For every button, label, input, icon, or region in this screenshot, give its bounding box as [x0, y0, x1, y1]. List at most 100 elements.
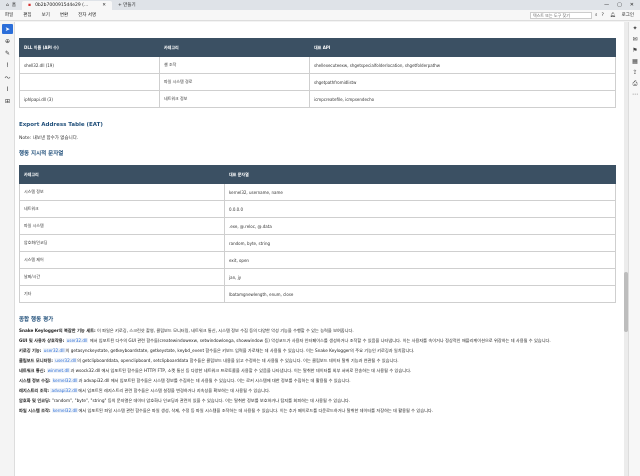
bookmark-icon[interactable]: ⚑: [630, 46, 640, 55]
summary-heading: 종합 행동 평가: [19, 317, 54, 323]
highlight-tool-icon[interactable]: ⌇: [2, 60, 13, 70]
table-cell: 네트워크 정보: [159, 90, 310, 108]
search-icon[interactable]: ⌕: [595, 12, 598, 18]
paragraph-code: kernel32.dll: [51, 408, 79, 413]
paragraph-label: 클립보드 모니터링:: [19, 358, 53, 363]
summary-paragraph: Snake Keylogger의 복잡한 기능 세트: 이 파일은 키로깅, 스…: [19, 328, 616, 333]
draw-tool-icon[interactable]: 〜: [2, 72, 13, 82]
paragraph-label: Snake Keylogger의 복잡한 기능 세트:: [19, 328, 96, 333]
summary-paragraph: 레지스트리 조작: advapi32.dll에서 임포트된 레지스트리 관련 함…: [19, 388, 616, 393]
behavior-table: 카테고리 대표 문자열 시스템 정보 kernel32, username, na…: [19, 165, 616, 303]
summary-paragraph: 파일 시스템 조작: kernel32.dll에서 임포트된 파일 시스템 관련…: [19, 408, 616, 413]
paragraph-text: 에서 임포트된 파일 시스템 관련 함수들은 파일 생성, 삭제, 수정 등 파…: [78, 408, 434, 413]
bell-icon[interactable]: 🔔︎: [610, 13, 616, 18]
behavior-heading: 행동 지시적 문자열: [19, 151, 64, 157]
table-row: 파일 시스템 경로 shgetpathfromidlistw: [19, 73, 616, 91]
table-header: 카테고리: [19, 165, 225, 184]
table-header: 대표 API: [309, 38, 616, 57]
thumbnail-icon[interactable]: ▦: [630, 57, 640, 66]
paragraph-code: user32.dll: [54, 358, 78, 363]
menu-convert[interactable]: 변환: [55, 12, 73, 18]
paragraph-text: 과 wsock32.dll 에서 임포트된 함수들은 HTTP/ FTP, 소켓…: [70, 368, 412, 373]
paragraph-code: user32.dll: [65, 338, 89, 343]
paragraph-text: 의 getclipboarddata, openclipboard, setcl…: [77, 358, 399, 363]
table-header: 대표 문자열: [224, 165, 616, 184]
paragraph-code: user32.dll: [42, 348, 66, 353]
close-tab-icon[interactable]: ✕: [102, 3, 106, 8]
table-cell: 시스템 제어: [19, 251, 225, 269]
table-row: 날짜/시간 jan, jy: [19, 268, 616, 286]
table-header-row: 카테고리 대표 문자열: [19, 165, 616, 184]
table-cell: .exe, @.reloc, @.data: [224, 217, 616, 235]
menu-esign[interactable]: 전자 서명: [73, 12, 101, 18]
new-tab-label: + 만들기: [118, 3, 136, 8]
menu-file[interactable]: 파일: [0, 12, 18, 18]
paragraph-label: 키로깅 기능:: [19, 348, 42, 353]
table-cell: shgetpathfromidlistw: [309, 73, 616, 91]
new-tab-button[interactable]: + 만들기: [112, 2, 142, 8]
paragraph-code: advapi32.dll: [50, 388, 79, 393]
eat-note: Note: 내보낸 함수가 없습니다.: [19, 136, 79, 141]
table-row: 파일 시스템 .exe, @.reloc, @.data: [19, 217, 616, 235]
tool-search: 텍스트 또는 도구 찾기 ⌕: [529, 11, 598, 19]
ai-assistant-icon[interactable]: ✦: [630, 24, 640, 33]
table-cell: 0.0.0.0: [224, 200, 616, 218]
table-cell: 기타: [19, 285, 225, 303]
table-row: 시스템 정보 kernel32, username, name: [19, 183, 616, 201]
tool-search-input[interactable]: 텍스트 또는 도구 찾기: [529, 11, 592, 19]
paragraph-text: "random", "byte", "string" 등의 문자열은 데이터 암…: [51, 398, 351, 403]
table-cell: exit, open: [224, 251, 616, 269]
eat-heading: Export Address Table (EAT): [19, 122, 103, 128]
comment-tool-icon[interactable]: ✎: [2, 48, 13, 58]
table-row: 암호화/인코딩 random, byte, string: [19, 234, 616, 252]
table-cell: lbatamgnewlength, enum, close: [224, 285, 616, 303]
document-tab[interactable]: ▪ 0b2b7000915d4e29 (... ✕: [22, 1, 112, 10]
menu-edit[interactable]: 편집: [18, 12, 36, 18]
menu-bar: 파일 편집 보기 변환 전자 서명 텍스트 또는 도구 찾기 ⌕ ? 🔔︎ 로그…: [0, 10, 640, 21]
paragraph-label: 레지스트리 조작:: [19, 388, 50, 393]
table-cell: 파일 시스템: [19, 217, 225, 235]
home-icon: ⌂: [6, 2, 9, 8]
paragraph-code: winmet.dll: [46, 368, 71, 373]
more-icon[interactable]: ⋯: [630, 90, 640, 99]
table-row: 네트워크 0.0.0.0: [19, 200, 616, 218]
zoom-tool-icon[interactable]: ⊕: [2, 36, 13, 46]
table-cell: iphlpapi.dll (3): [19, 90, 160, 108]
comment-icon[interactable]: ✉: [630, 35, 640, 44]
paragraph-code: kernel32.dll: [51, 378, 79, 383]
text-tool-icon[interactable]: Ⅰ: [2, 84, 13, 94]
maximize-icon[interactable]: ▢: [617, 2, 622, 8]
table-row: 기타 lbatamgnewlength, enum, close: [19, 285, 616, 303]
login-button[interactable]: 로그인: [622, 12, 634, 18]
summary-paragraph: 시스템 정보 수집: kernel32.dll과 advapi32.dll 에서…: [19, 378, 616, 383]
summary-paragraph: 암호화 및 인코딩: "random", "byte", "string" 등의…: [19, 398, 616, 403]
table-cell: 셸 조작: [159, 56, 310, 74]
print-icon[interactable]: ⎙: [630, 79, 640, 88]
paragraph-label: 시스템 정보 수집:: [19, 378, 51, 383]
minimize-icon[interactable]: —: [604, 2, 609, 8]
home-tab[interactable]: ⌂ 홈: [0, 0, 22, 10]
summary-paragraph: GUI 및 사용자 상호작용: user32.dll 에서 임포트된 다수의 G…: [19, 338, 616, 343]
table-cell: 파일 시스템 경로: [159, 73, 310, 91]
stamp-tool-icon[interactable]: ⊞: [2, 96, 13, 106]
window-controls: — ▢ ✕: [604, 2, 640, 8]
paragraph-text: 에서 임포트된 레지스트리 관련 함수들은 시스템 설정을 변경하거나 지속성을…: [78, 388, 271, 393]
document-tab-label: 0b2b7000915d4e29 (...: [35, 3, 89, 8]
paragraph-label: 파일 시스템 조작:: [19, 408, 51, 413]
table-header: 카테고리: [159, 38, 310, 57]
summary-paragraph: 키로깅 기능: user32.dll의 getasynckeystate, ge…: [19, 348, 616, 353]
summary-list: Snake Keylogger의 복잡한 기능 세트: 이 파일은 키로깅, 스…: [19, 328, 616, 413]
table-cell: icmpcreatefile, icmpsendecho: [309, 90, 616, 108]
menu-view[interactable]: 보기: [37, 12, 55, 18]
table-row: 시스템 제어 exit, open: [19, 251, 616, 269]
export-icon[interactable]: ⇪: [630, 68, 640, 77]
table-cell: shellexecuteexw, shgetspecialfolderlocat…: [309, 56, 616, 74]
table-cell: 암호화/인코딩: [19, 234, 225, 252]
help-icon[interactable]: ?: [601, 13, 603, 18]
paragraph-label: 네트워크 통신:: [19, 368, 46, 373]
select-tool-icon[interactable]: ➤: [2, 24, 13, 34]
paragraph-label: 암호화 및 인코딩:: [19, 398, 51, 403]
table-cell: shell32.dll (19): [19, 56, 160, 74]
close-window-icon[interactable]: ✕: [630, 2, 634, 8]
table-header-row: DLL 이름 (API 수) 카테고리 대표 API: [19, 38, 616, 57]
